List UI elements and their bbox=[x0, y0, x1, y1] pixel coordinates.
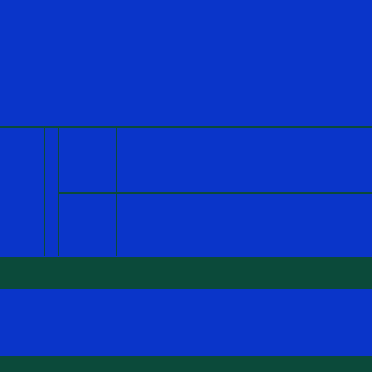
grid-column-headers bbox=[0, 117, 372, 124]
dark-band bbox=[0, 257, 372, 289]
grid-divider-1 bbox=[44, 128, 45, 256]
grid-midline bbox=[58, 192, 372, 194]
status-bar bbox=[0, 356, 372, 372]
grid-top-border bbox=[0, 126, 372, 128]
